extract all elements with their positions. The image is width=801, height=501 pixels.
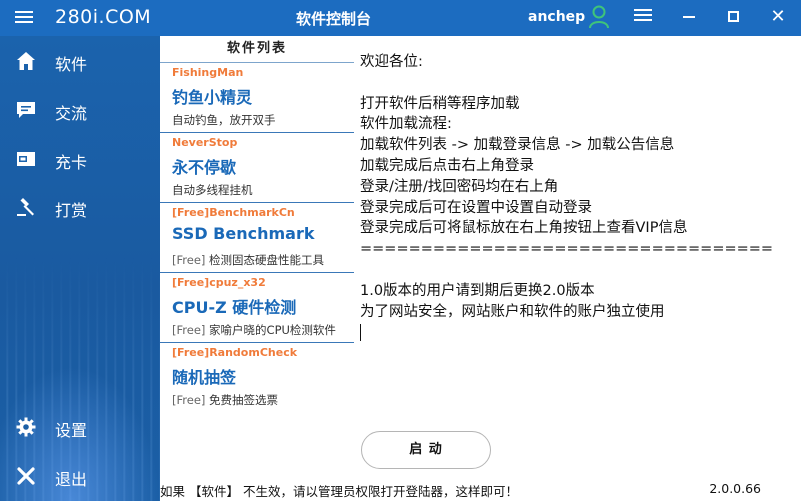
sidebar-item-label: 充卡: [55, 153, 88, 172]
hammer-icon: [16, 197, 36, 217]
notice-line: 打开软件后稍等程序加载: [360, 95, 520, 112]
list-item[interactable]: [Free]BenchmarkCn SSD Benchmark [Free] 检…: [160, 203, 354, 273]
notice-line: 欢迎各位:: [360, 54, 423, 70]
gear-icon: [16, 417, 36, 437]
notice-line: [360, 260, 790, 281]
software-tag: [Free]BenchmarkCn: [172, 206, 295, 219]
title-bar: 280i.COM 软件控制台 anchep ✕: [0, 0, 801, 36]
minimize-button[interactable]: [677, 6, 701, 28]
software-name[interactable]: 随机抽签: [172, 364, 236, 388]
username-label[interactable]: anchep: [528, 9, 585, 25]
start-button[interactable]: 启 动: [361, 431, 491, 469]
window-title: 软件控制台: [296, 10, 372, 28]
sidebar-item-recharge[interactable]: 充卡: [0, 139, 160, 179]
options-menu-button[interactable]: [631, 6, 655, 28]
sidebar-item-label: 交流: [55, 104, 88, 123]
description-text: 自动钓鱼，放开双手: [172, 113, 276, 127]
text-cursor-line: [360, 322, 790, 343]
maximize-button[interactable]: [721, 6, 745, 28]
sidebar-item-logout[interactable]: 退出: [0, 456, 160, 496]
sidebar-item-label: 软件: [55, 55, 88, 74]
home-icon: [16, 51, 36, 71]
sidebar-item-software[interactable]: 软件: [0, 41, 160, 81]
brand-logo-text: 280i.COM: [55, 6, 152, 28]
sidebar-item-label: 打赏: [55, 201, 88, 220]
announcement-text[interactable]: 欢迎各位: 打开软件后稍等程序加载 软件加载流程: 加载软件列表 -> 加载登录…: [360, 52, 790, 343]
notice-line: 加载完成后点击右上角登录: [360, 157, 534, 174]
free-label: [Free]: [172, 323, 206, 337]
sidebar: 软件 交流 充卡 打赏 设置 退出: [0, 36, 160, 501]
description-text: 免费抽签选票: [205, 393, 279, 407]
sidebar-item-tip[interactable]: 打赏: [0, 187, 160, 227]
list-item[interactable]: FishingMan 钓鱼小精灵 自动钓鱼，放开双手: [160, 63, 354, 133]
chat-icon: [16, 100, 36, 120]
software-name[interactable]: CPU-Z 硬件检测: [172, 294, 296, 318]
user-icon[interactable]: [589, 5, 609, 29]
description-text: 检测固态硬盘性能工具: [205, 253, 325, 267]
software-name[interactable]: 永不停歇: [172, 154, 236, 178]
software-description: [Free] 检测固态硬盘性能工具: [172, 252, 324, 268]
list-item[interactable]: NeverStop 永不停歇 自动多线程挂机: [160, 133, 354, 203]
software-tag: [Free]RandomCheck: [172, 346, 298, 359]
close-window-button[interactable]: ✕: [766, 6, 790, 28]
notice-line: ==================================: [360, 241, 774, 258]
software-tag: FishingMan: [172, 66, 244, 79]
version-label: 2.0.0.66: [709, 481, 761, 496]
software-list-title: 软件列表: [160, 36, 354, 63]
status-hint: 如果 【软件】 不生效，请以管理员权限打开登陆器，这样即可！: [160, 484, 518, 499]
free-label: [Free]: [172, 393, 206, 407]
status-bar: 如果 【软件】 不生效，请以管理员权限打开登陆器，这样即可！ 2.0.0.66: [160, 476, 801, 501]
software-description: [Free] 家喻户晓的CPU检测软件: [172, 322, 336, 338]
text-caret: [360, 323, 361, 341]
software-name[interactable]: 钓鱼小精灵: [172, 84, 252, 108]
notice-line: 1.0版本的用户请到期后更换2.0版本: [360, 282, 595, 299]
notice-line: [360, 73, 790, 94]
card-icon: [16, 149, 36, 169]
software-description: 自动多线程挂机: [172, 182, 253, 198]
software-name[interactable]: SSD Benchmark: [172, 224, 315, 243]
list-item[interactable]: [Free]RandomCheck 随机抽签 [Free] 免费抽签选票: [160, 343, 354, 413]
software-description: 自动钓鱼，放开双手: [172, 112, 276, 128]
notice-line: 为了网站安全，网站账户和软件的账户独立使用: [360, 303, 665, 320]
notice-line: 登录完成后可在设置中设置自动登录: [360, 199, 592, 216]
list-item[interactable]: [Free]cpuz_x32 CPU-Z 硬件检测 [Free] 家喻户晓的CP…: [160, 273, 354, 343]
description-text: 家喻户晓的CPU检测软件: [205, 323, 336, 337]
notice-line: 软件加载流程:: [360, 116, 452, 133]
software-description: [Free] 免费抽签选票: [172, 392, 278, 408]
close-icon: [16, 466, 36, 486]
software-list: 软件列表 FishingMan 钓鱼小精灵 自动钓鱼，放开双手 NeverSto…: [160, 36, 354, 421]
sidebar-item-label: 设置: [55, 421, 88, 440]
sidebar-item-chat[interactable]: 交流: [0, 90, 160, 130]
notice-line: 登录完成后可将鼠标放在右上角按钮上查看VIP信息: [360, 220, 688, 237]
sidebar-item-label: 退出: [55, 470, 88, 489]
hamburger-menu-icon[interactable]: [14, 8, 34, 28]
software-tag: [Free]cpuz_x32: [172, 276, 266, 289]
notice-line: 加载软件列表 -> 加载登录信息 -> 加载公告信息: [360, 137, 675, 154]
free-label: [Free]: [172, 253, 206, 267]
description-text: 自动多线程挂机: [172, 183, 253, 197]
main-content: 软件列表 FishingMan 钓鱼小精灵 自动钓鱼，放开双手 NeverSto…: [160, 36, 801, 501]
notice-line: 登录/注册/找回密码均在右上角: [360, 178, 559, 195]
sidebar-item-settings[interactable]: 设置: [0, 407, 160, 447]
software-tag: NeverStop: [172, 136, 238, 149]
